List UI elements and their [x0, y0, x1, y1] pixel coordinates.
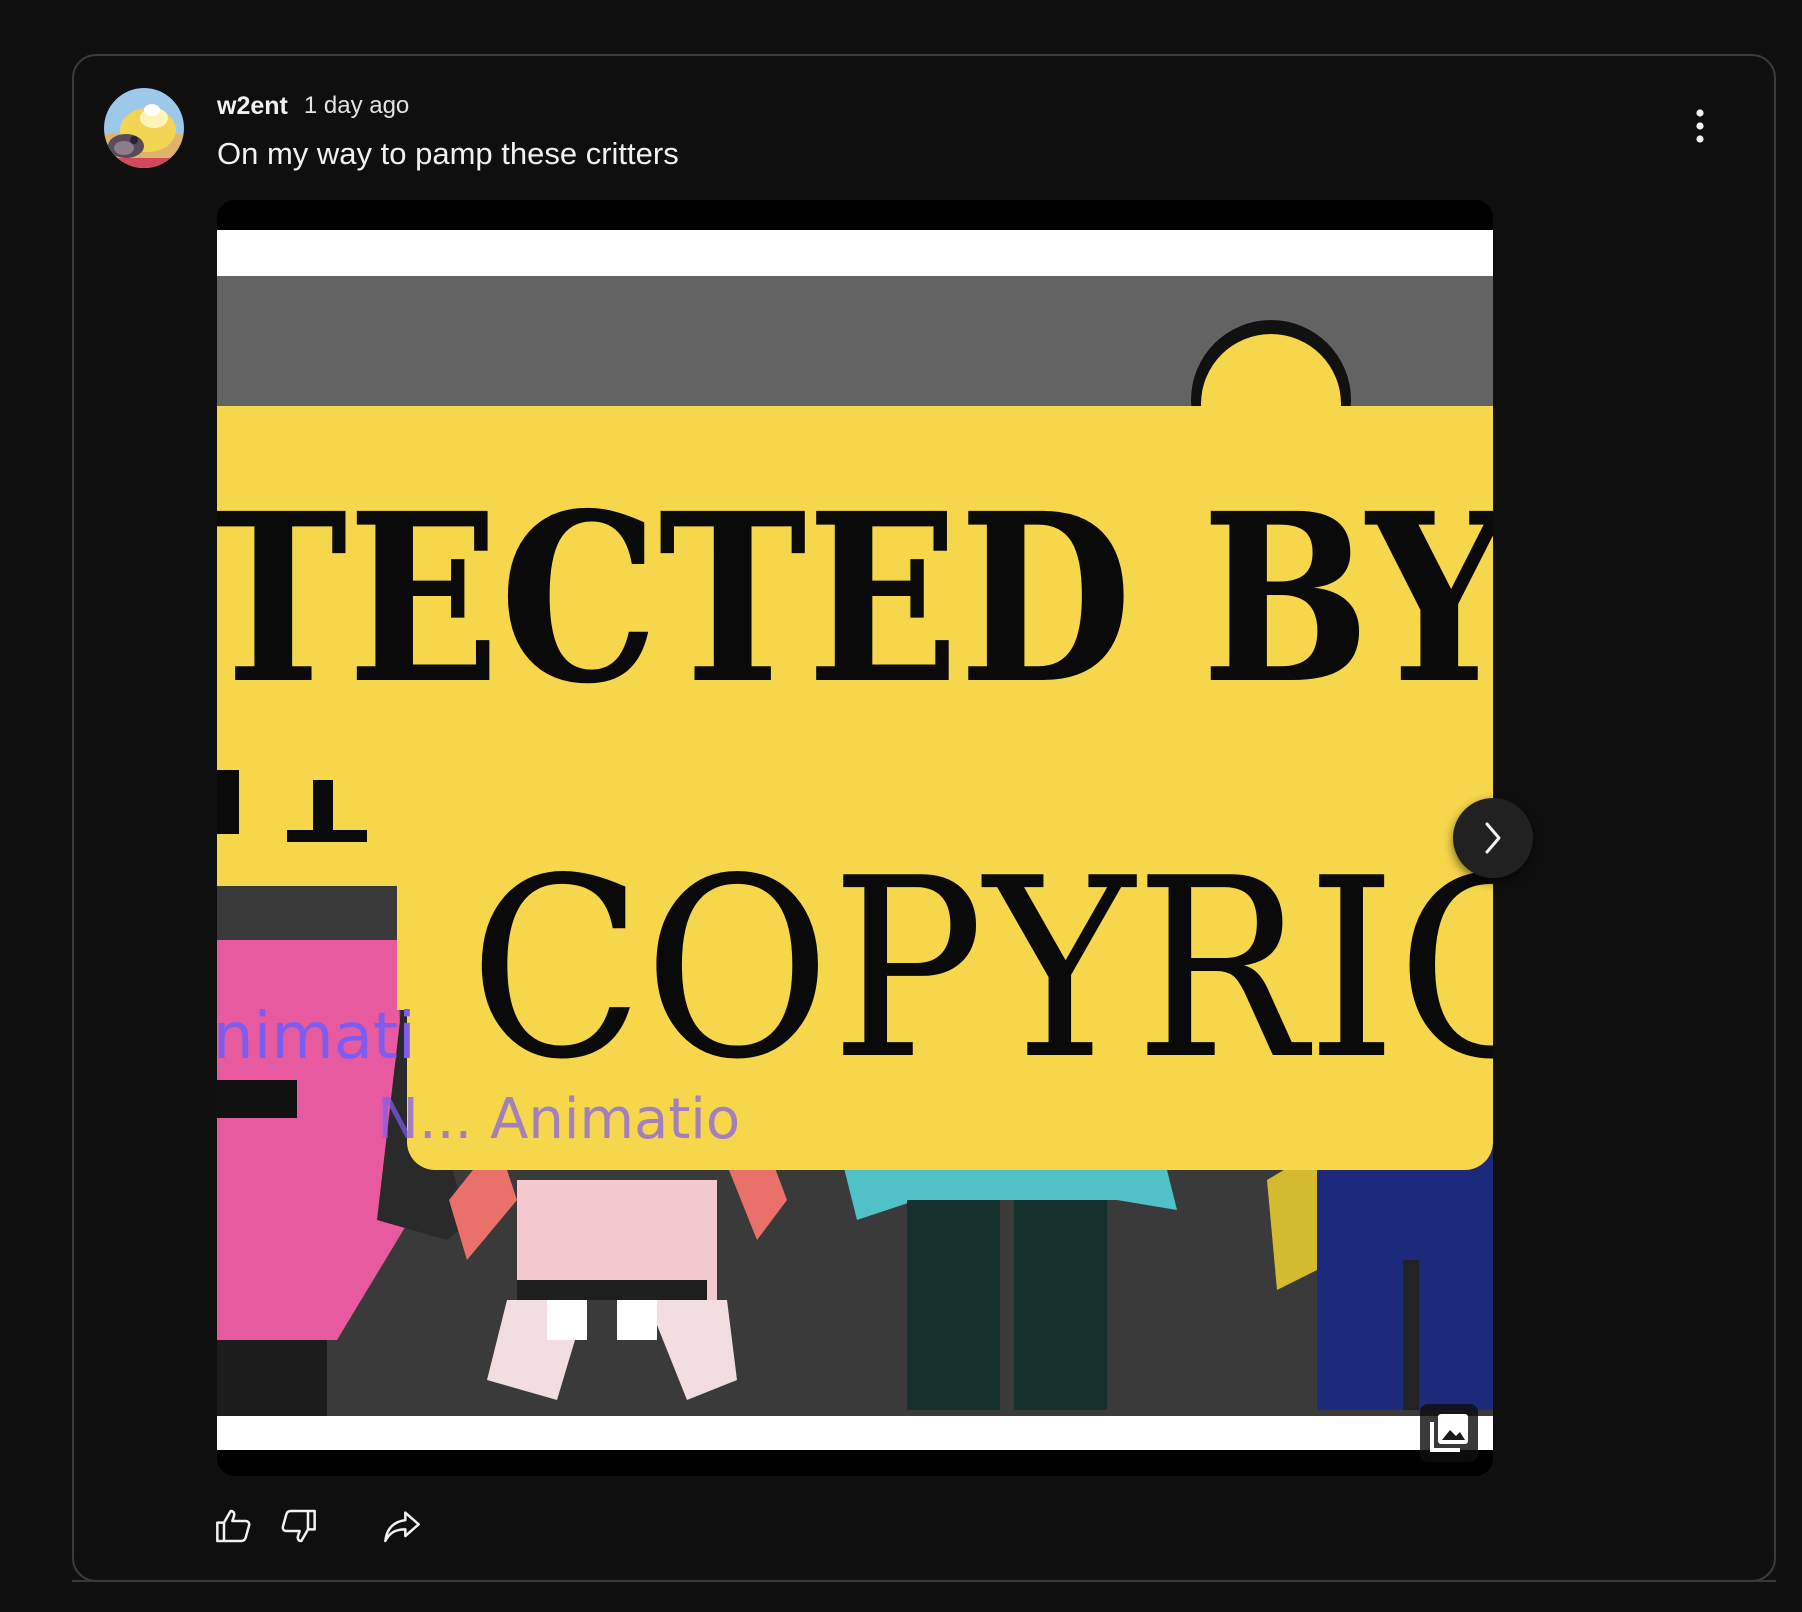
multiple-images-badge — [1420, 1404, 1478, 1462]
next-image-button[interactable] — [1453, 798, 1533, 878]
share-icon — [384, 1511, 420, 1543]
more-actions-button[interactable] — [1676, 102, 1724, 150]
overlay-text-small: nimati — [217, 1000, 416, 1074]
share-button[interactable] — [374, 1498, 430, 1554]
post-timestamp[interactable]: 1 day ago — [304, 92, 409, 120]
post-header: w2ent 1 day ago — [217, 88, 409, 124]
divider — [72, 1580, 1776, 1582]
banner-text-line2: COPYRIG — [469, 826, 1493, 1114]
overlay-text-faded: N... Animatio — [377, 1087, 740, 1152]
post-actions — [206, 1496, 430, 1556]
banner-text-line1: TECTED BY — [217, 462, 1493, 735]
dislike-button[interactable] — [270, 1498, 326, 1554]
thumb-up-icon — [216, 1509, 251, 1543]
post-image[interactable]: TECTED BY COPYRIG nimati N... Animatio — [217, 200, 1493, 1476]
avatar[interactable] — [104, 88, 184, 168]
author-name[interactable]: w2ent — [217, 92, 288, 121]
thumb-down-icon — [281, 1509, 316, 1543]
post-text: On my way to pamp these critters — [217, 136, 679, 171]
like-button[interactable] — [206, 1498, 262, 1554]
post-image-art: TECTED BY COPYRIG nimati N... Animatio — [217, 200, 1493, 1476]
more-vert-icon — [1696, 109, 1704, 143]
multiple-images-icon — [1430, 1414, 1468, 1452]
chevron-right-icon — [1485, 822, 1501, 854]
avatar-image — [104, 88, 184, 168]
